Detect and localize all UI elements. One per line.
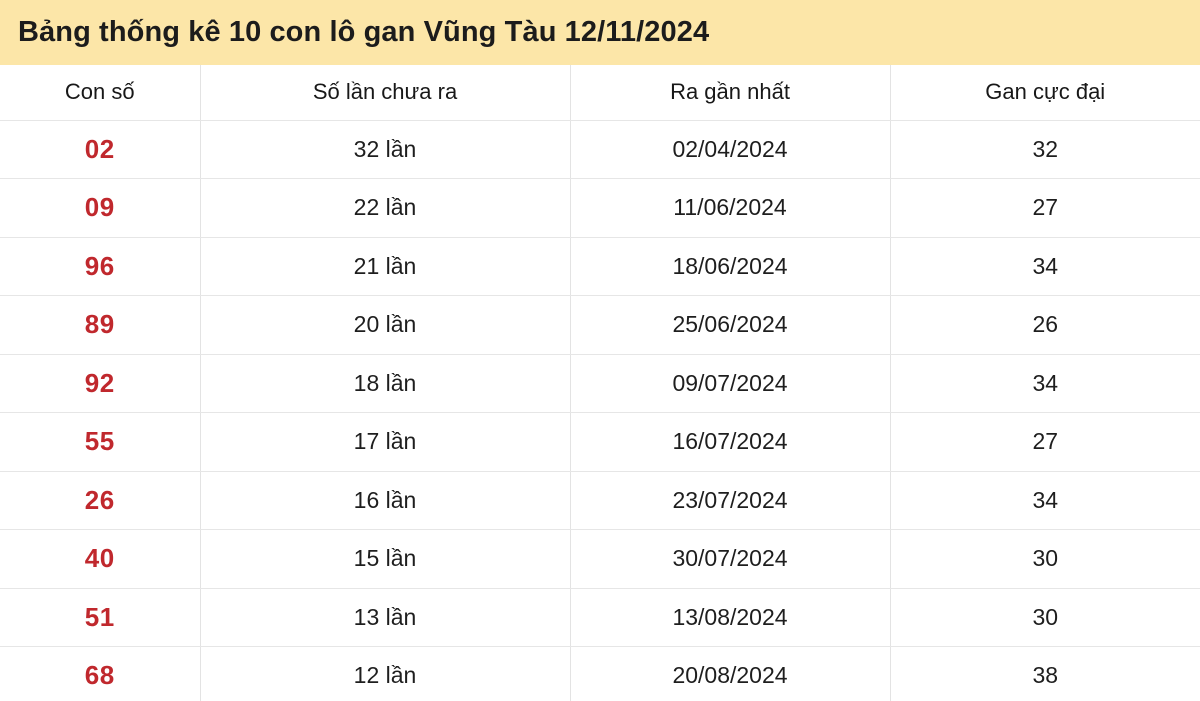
column-header-maxgan: Gan cực đại xyxy=(890,65,1200,121)
cell-number: 26 xyxy=(0,471,201,530)
table-row: 96 21 lần 18/06/2024 34 xyxy=(0,237,1200,296)
cell-maxgan: 27 xyxy=(890,412,1200,472)
cell-maxgan: 30 xyxy=(890,588,1200,647)
cell-last: 16/07/2024 xyxy=(570,412,891,472)
cell-times: 17 lần xyxy=(200,412,571,472)
cell-last: 20/08/2024 xyxy=(570,646,891,701)
table-row: 89 20 lần 25/06/2024 26 xyxy=(0,295,1200,355)
cell-number: 02 xyxy=(0,120,201,179)
column-header-last: Ra gần nhất xyxy=(570,65,891,121)
cell-number: 40 xyxy=(0,529,201,589)
cell-times: 12 lần xyxy=(200,646,571,701)
cell-maxgan: 32 xyxy=(890,120,1200,179)
cell-last: 09/07/2024 xyxy=(570,354,891,413)
cell-number: 51 xyxy=(0,588,201,647)
cell-times: 21 lần xyxy=(200,237,571,296)
cell-last: 02/04/2024 xyxy=(570,120,891,179)
table-row: 51 13 lần 13/08/2024 30 xyxy=(0,588,1200,647)
column-header-number: Con số xyxy=(0,65,201,121)
cell-maxgan: 34 xyxy=(890,354,1200,413)
cell-times: 16 lần xyxy=(200,471,571,530)
cell-number: 09 xyxy=(0,178,201,238)
cell-maxgan: 26 xyxy=(890,295,1200,355)
table-row: 09 22 lần 11/06/2024 27 xyxy=(0,178,1200,238)
table-header-row: Con số Số lần chưa ra Ra gần nhất Gan cự… xyxy=(0,65,1200,121)
lo-gan-statistics-table: Con số Số lần chưa ra Ra gần nhất Gan cự… xyxy=(0,65,1200,701)
cell-times: 18 lần xyxy=(200,354,571,413)
cell-number: 55 xyxy=(0,412,201,472)
cell-maxgan: 38 xyxy=(890,646,1200,701)
table-row: 92 18 lần 09/07/2024 34 xyxy=(0,354,1200,413)
table-row: 26 16 lần 23/07/2024 34 xyxy=(0,471,1200,530)
cell-maxgan: 34 xyxy=(890,471,1200,530)
cell-maxgan: 27 xyxy=(890,178,1200,238)
cell-maxgan: 30 xyxy=(890,529,1200,589)
cell-last: 30/07/2024 xyxy=(570,529,891,589)
cell-last: 18/06/2024 xyxy=(570,237,891,296)
cell-last: 13/08/2024 xyxy=(570,588,891,647)
table-header: Con số Số lần chưa ra Ra gần nhất Gan cự… xyxy=(0,65,1200,121)
cell-number: 89 xyxy=(0,295,201,355)
table-row: 55 17 lần 16/07/2024 27 xyxy=(0,412,1200,472)
table-row: 02 32 lần 02/04/2024 32 xyxy=(0,120,1200,179)
cell-times: 13 lần xyxy=(200,588,571,647)
cell-maxgan: 34 xyxy=(890,237,1200,296)
page-title-bar: Bảng thống kê 10 con lô gan Vũng Tàu 12/… xyxy=(0,0,1200,65)
column-header-times: Số lần chưa ra xyxy=(200,65,571,121)
page-title: Bảng thống kê 10 con lô gan Vũng Tàu 12/… xyxy=(18,15,710,48)
page-root: Bảng thống kê 10 con lô gan Vũng Tàu 12/… xyxy=(0,0,1200,701)
cell-times: 20 lần xyxy=(200,295,571,355)
cell-times: 15 lần xyxy=(200,529,571,589)
cell-number: 68 xyxy=(0,646,201,701)
table-row: 68 12 lần 20/08/2024 38 xyxy=(0,646,1200,701)
cell-times: 22 lần xyxy=(200,178,571,238)
cell-number: 96 xyxy=(0,237,201,296)
cell-times: 32 lần xyxy=(200,120,571,179)
cell-last: 23/07/2024 xyxy=(570,471,891,530)
table-body: 02 32 lần 02/04/2024 32 09 22 lần 11/06/2024 27… xyxy=(0,120,1200,701)
cell-last: 25/06/2024 xyxy=(570,295,891,355)
cell-number: 92 xyxy=(0,354,201,413)
cell-last: 11/06/2024 xyxy=(570,178,891,238)
table-row: 40 15 lần 30/07/2024 30 xyxy=(0,529,1200,589)
